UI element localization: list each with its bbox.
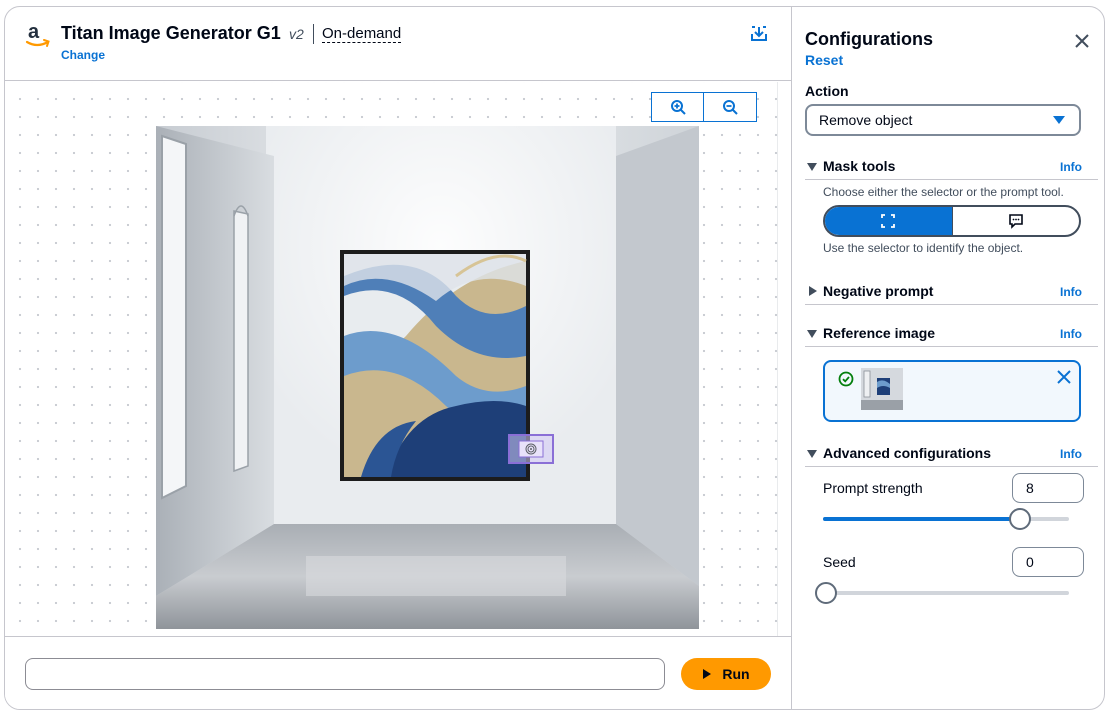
caret-down-icon <box>807 330 817 338</box>
info-link[interactable]: Info <box>1060 285 1082 299</box>
zoom-controls <box>651 92 757 122</box>
slider-thumb[interactable] <box>1009 508 1032 530</box>
object-mask-selection[interactable] <box>508 434 554 464</box>
seed-label: Seed <box>823 554 856 570</box>
info-link[interactable]: Info <box>1060 447 1082 461</box>
remove-image-icon[interactable] <box>1056 369 1072 385</box>
image-canvas[interactable] <box>5 82 777 636</box>
gallery-room-image[interactable] <box>156 126 699 629</box>
zoom-out-icon <box>723 100 738 115</box>
success-check-icon <box>838 371 854 387</box>
prompt-tool-option[interactable] <box>951 207 1080 235</box>
prompt-bar: Run <box>5 636 791 709</box>
caret-down-icon <box>1053 116 1065 124</box>
prompt-input[interactable] <box>25 658 665 690</box>
amazon-logo-icon: a <box>25 21 50 47</box>
panel-title: Configurations <box>805 29 933 49</box>
mask-tools-description: Choose either the selector or the prompt… <box>823 185 1064 199</box>
canvas-pane: a Titan Image Generator G1 v2 On-demand … <box>5 7 792 709</box>
prompt-strength-input[interactable] <box>1012 473 1084 503</box>
section-advanced-configurations[interactable]: Advanced configurations Info <box>805 445 1098 467</box>
seed-input[interactable] <box>1012 547 1084 577</box>
caret-down-icon <box>807 163 817 171</box>
caret-down-icon <box>807 450 817 458</box>
play-icon <box>703 669 712 679</box>
reference-image-card[interactable] <box>823 360 1081 422</box>
canvas-scrollbar[interactable] <box>777 82 791 636</box>
section-title: Negative prompt <box>823 283 934 299</box>
configurations-panel: Configurations Reset Action Remove objec… <box>793 7 1104 709</box>
action-label: Action <box>805 83 849 99</box>
action-select[interactable]: Remove object <box>805 104 1081 136</box>
slider-thumb[interactable] <box>815 582 837 604</box>
chat-prompt-icon <box>1008 214 1023 229</box>
section-title: Mask tools <box>823 158 896 174</box>
reset-link[interactable]: Reset <box>805 52 843 68</box>
prompt-strength-slider[interactable] <box>823 508 1069 530</box>
section-mask-tools[interactable]: Mask tools Info <box>805 158 1098 180</box>
app-frame: a Titan Image Generator G1 v2 On-demand … <box>4 6 1105 710</box>
caret-right-icon <box>809 286 817 296</box>
section-title: Advanced configurations <box>823 445 992 461</box>
model-version: v2 <box>289 26 304 42</box>
header-divider <box>313 24 314 44</box>
info-link[interactable]: Info <box>1060 327 1082 341</box>
reference-thumbnail <box>861 368 903 410</box>
prompt-strength-label: Prompt strength <box>823 480 923 496</box>
inference-mode[interactable]: On-demand <box>322 25 402 43</box>
seed-slider[interactable] <box>815 582 1069 604</box>
download-icon[interactable] <box>750 25 768 43</box>
model-header: a Titan Image Generator G1 v2 On-demand … <box>5 7 791 81</box>
run-label: Run <box>722 666 750 682</box>
action-selected-value: Remove object <box>819 112 913 128</box>
selection-icon <box>881 214 896 228</box>
info-link[interactable]: Info <box>1060 160 1082 174</box>
zoom-out-button[interactable] <box>704 92 757 122</box>
model-name: Titan Image Generator G1 <box>61 23 281 43</box>
svg-text:a: a <box>28 21 40 43</box>
run-button[interactable]: Run <box>681 658 771 690</box>
mask-tool-toggle <box>823 205 1081 237</box>
fingerprint-icon <box>518 440 544 458</box>
change-model-link[interactable]: Change <box>61 48 105 62</box>
close-icon[interactable] <box>1073 32 1091 50</box>
mask-tools-hint: Use the selector to identify the object. <box>823 241 1024 255</box>
selector-tool-option[interactable] <box>825 207 952 235</box>
zoom-in-button[interactable] <box>651 92 704 122</box>
zoom-in-icon <box>670 100 686 115</box>
section-title: Reference image <box>823 325 936 341</box>
section-negative-prompt[interactable]: Negative prompt Info <box>805 283 1098 305</box>
section-reference-image[interactable]: Reference image Info <box>805 325 1098 347</box>
slider-fill <box>823 517 1018 521</box>
